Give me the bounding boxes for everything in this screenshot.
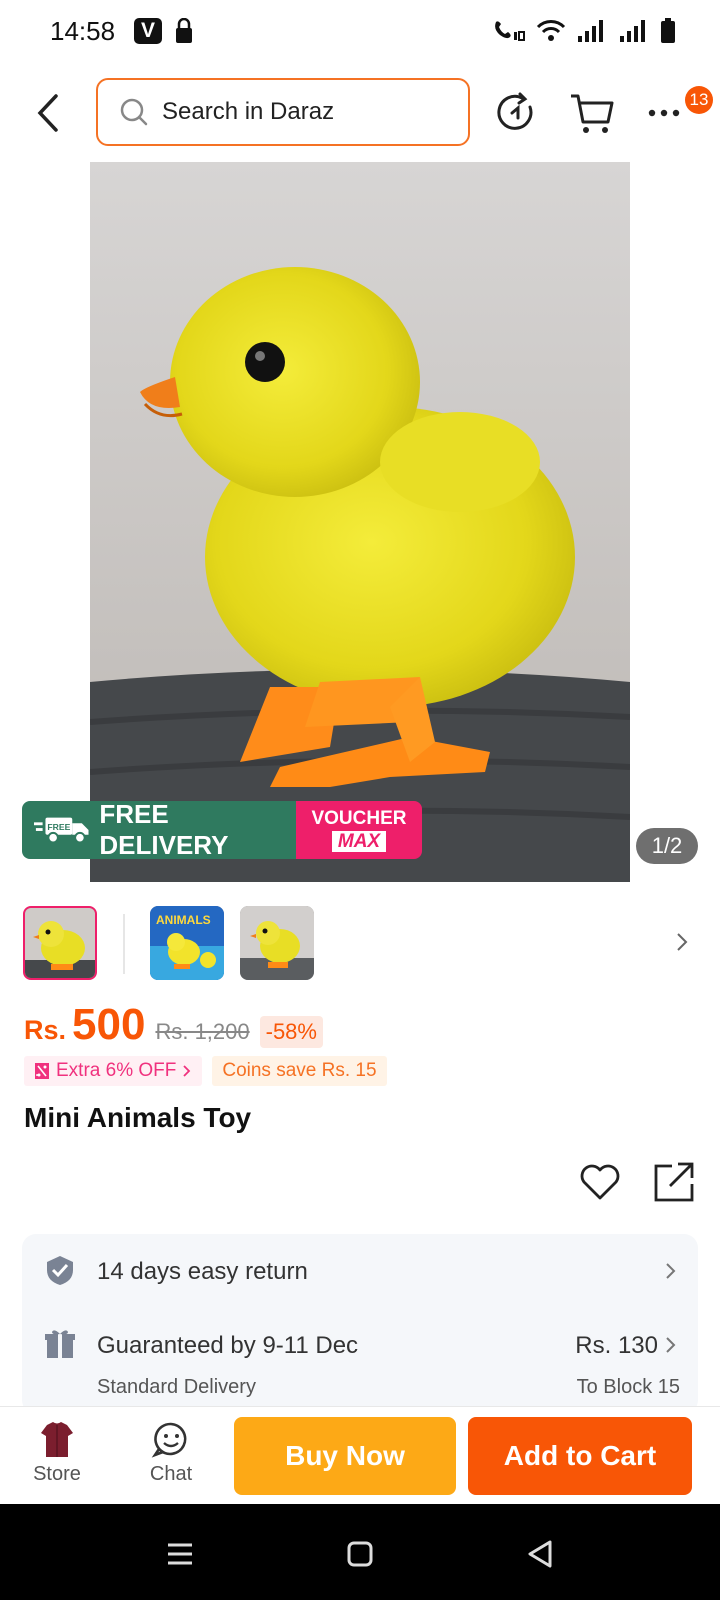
delivery-location: To Block 15 xyxy=(576,1376,680,1398)
chick-toy-illustration xyxy=(90,162,630,882)
coins-save-tag: Coins save Rs. 15 xyxy=(212,1056,387,1086)
store-label: Store xyxy=(33,1463,81,1485)
wifi-call-icon xyxy=(495,21,525,41)
status-icons xyxy=(492,18,676,44)
wifi-icon xyxy=(536,20,566,41)
thumbnail-2-label: ANIMALS xyxy=(156,913,211,927)
buy-now-button[interactable]: Buy Now xyxy=(234,1417,456,1495)
chevron-right-icon[interactable] xyxy=(674,928,690,956)
price-value: 500 xyxy=(72,1000,146,1049)
return-policy-row[interactable]: 14 days easy return xyxy=(22,1234,698,1306)
status-bar: 14:58 V xyxy=(0,0,720,64)
image-counter: 1/2 xyxy=(636,828,698,864)
thumbnail-2[interactable]: ANIMALS xyxy=(150,906,224,980)
delivery-guarantee-text: Guaranteed by 9-11 Dec xyxy=(97,1332,359,1359)
thumbnail-strip: ANIMALS xyxy=(22,906,702,982)
back-arrow-icon[interactable] xyxy=(30,88,70,138)
delivery-truck-icon: FREE xyxy=(34,817,89,844)
return-policy-text: 14 days easy return xyxy=(97,1258,308,1285)
refresh-icon[interactable] xyxy=(492,88,542,138)
system-navigation-bar xyxy=(0,1504,720,1600)
free-delivery-text: FREE DELIVERY xyxy=(99,801,229,859)
discount-badge: -58% xyxy=(259,1016,323,1048)
voucher-max-label: VOUCHER MAX xyxy=(296,801,422,859)
thumbnail-3[interactable] xyxy=(240,906,314,980)
search-input[interactable] xyxy=(162,98,442,126)
package-icon xyxy=(45,1330,75,1358)
add-to-cart-button[interactable]: Add to Cart xyxy=(468,1417,692,1495)
price-row: Rs. 500 Rs. 1,200 -58% xyxy=(24,1000,323,1050)
delivery-type-text: Standard Delivery xyxy=(97,1376,256,1398)
vpn-app-icon: V xyxy=(134,18,162,44)
thumbnail-1[interactable] xyxy=(23,906,97,980)
notification-badge: 13 xyxy=(685,86,713,114)
chevron-right-icon xyxy=(666,1263,676,1279)
search-bar[interactable] xyxy=(96,78,470,146)
extra-off-tag[interactable]: Extra 6% OFF xyxy=(24,1056,203,1086)
thumbnail-divider xyxy=(123,914,125,974)
chat-icon xyxy=(151,1422,187,1458)
signal-1-icon xyxy=(578,20,603,42)
recent-apps-icon[interactable] xyxy=(160,1534,200,1574)
home-icon[interactable] xyxy=(340,1534,380,1574)
bottom-action-bar: Store Chat Buy Now Add to Cart xyxy=(0,1406,720,1504)
max-text: MAX xyxy=(331,830,387,852)
extra-off-text: Extra 6% OFF xyxy=(56,1060,177,1081)
product-title: Mini Animals Toy xyxy=(24,1102,252,1133)
promo-free-small: FREE xyxy=(47,822,70,832)
chevron-right-icon xyxy=(666,1337,676,1353)
chat-button[interactable]: Chat xyxy=(126,1415,216,1499)
coins-save-text: Coins save Rs. 15 xyxy=(222,1060,377,1081)
original-price: Rs. 1,200 xyxy=(155,1019,250,1044)
store-icon xyxy=(41,1422,73,1457)
delivery-fee: Rs. 130 xyxy=(575,1332,658,1359)
service-info-card: 14 days easy return Guaranteed by 9-11 D… xyxy=(22,1234,698,1414)
battery-icon xyxy=(661,18,675,43)
share-icon[interactable] xyxy=(652,1160,696,1204)
shield-check-icon xyxy=(47,1256,73,1285)
heart-icon[interactable] xyxy=(578,1160,622,1204)
free-delivery-label: FREE FREE DELIVERY xyxy=(22,801,296,859)
delivery-row[interactable]: Guaranteed by 9-11 Dec Standard Delivery… xyxy=(22,1306,698,1414)
search-icon xyxy=(120,98,148,126)
lock-icon xyxy=(176,18,192,43)
price-currency: Rs. xyxy=(24,1015,67,1045)
store-button[interactable]: Store xyxy=(12,1415,102,1499)
system-back-icon[interactable] xyxy=(520,1534,560,1574)
status-time: 14:58 xyxy=(50,16,116,46)
product-image[interactable] xyxy=(90,162,630,882)
voucher-icon xyxy=(35,1063,49,1079)
chat-label: Chat xyxy=(149,1463,193,1485)
free-delivery-voucher-banner: FREE FREE DELIVERY VOUCHER MAX xyxy=(22,801,422,859)
signal-2-icon xyxy=(620,20,645,42)
voucher-text: VOUCHER xyxy=(311,807,407,829)
cart-icon[interactable] xyxy=(568,88,618,138)
promo-tags: Extra 6% OFF Coins save Rs. 15 xyxy=(24,1056,387,1086)
chevron-right-icon xyxy=(183,1065,191,1077)
